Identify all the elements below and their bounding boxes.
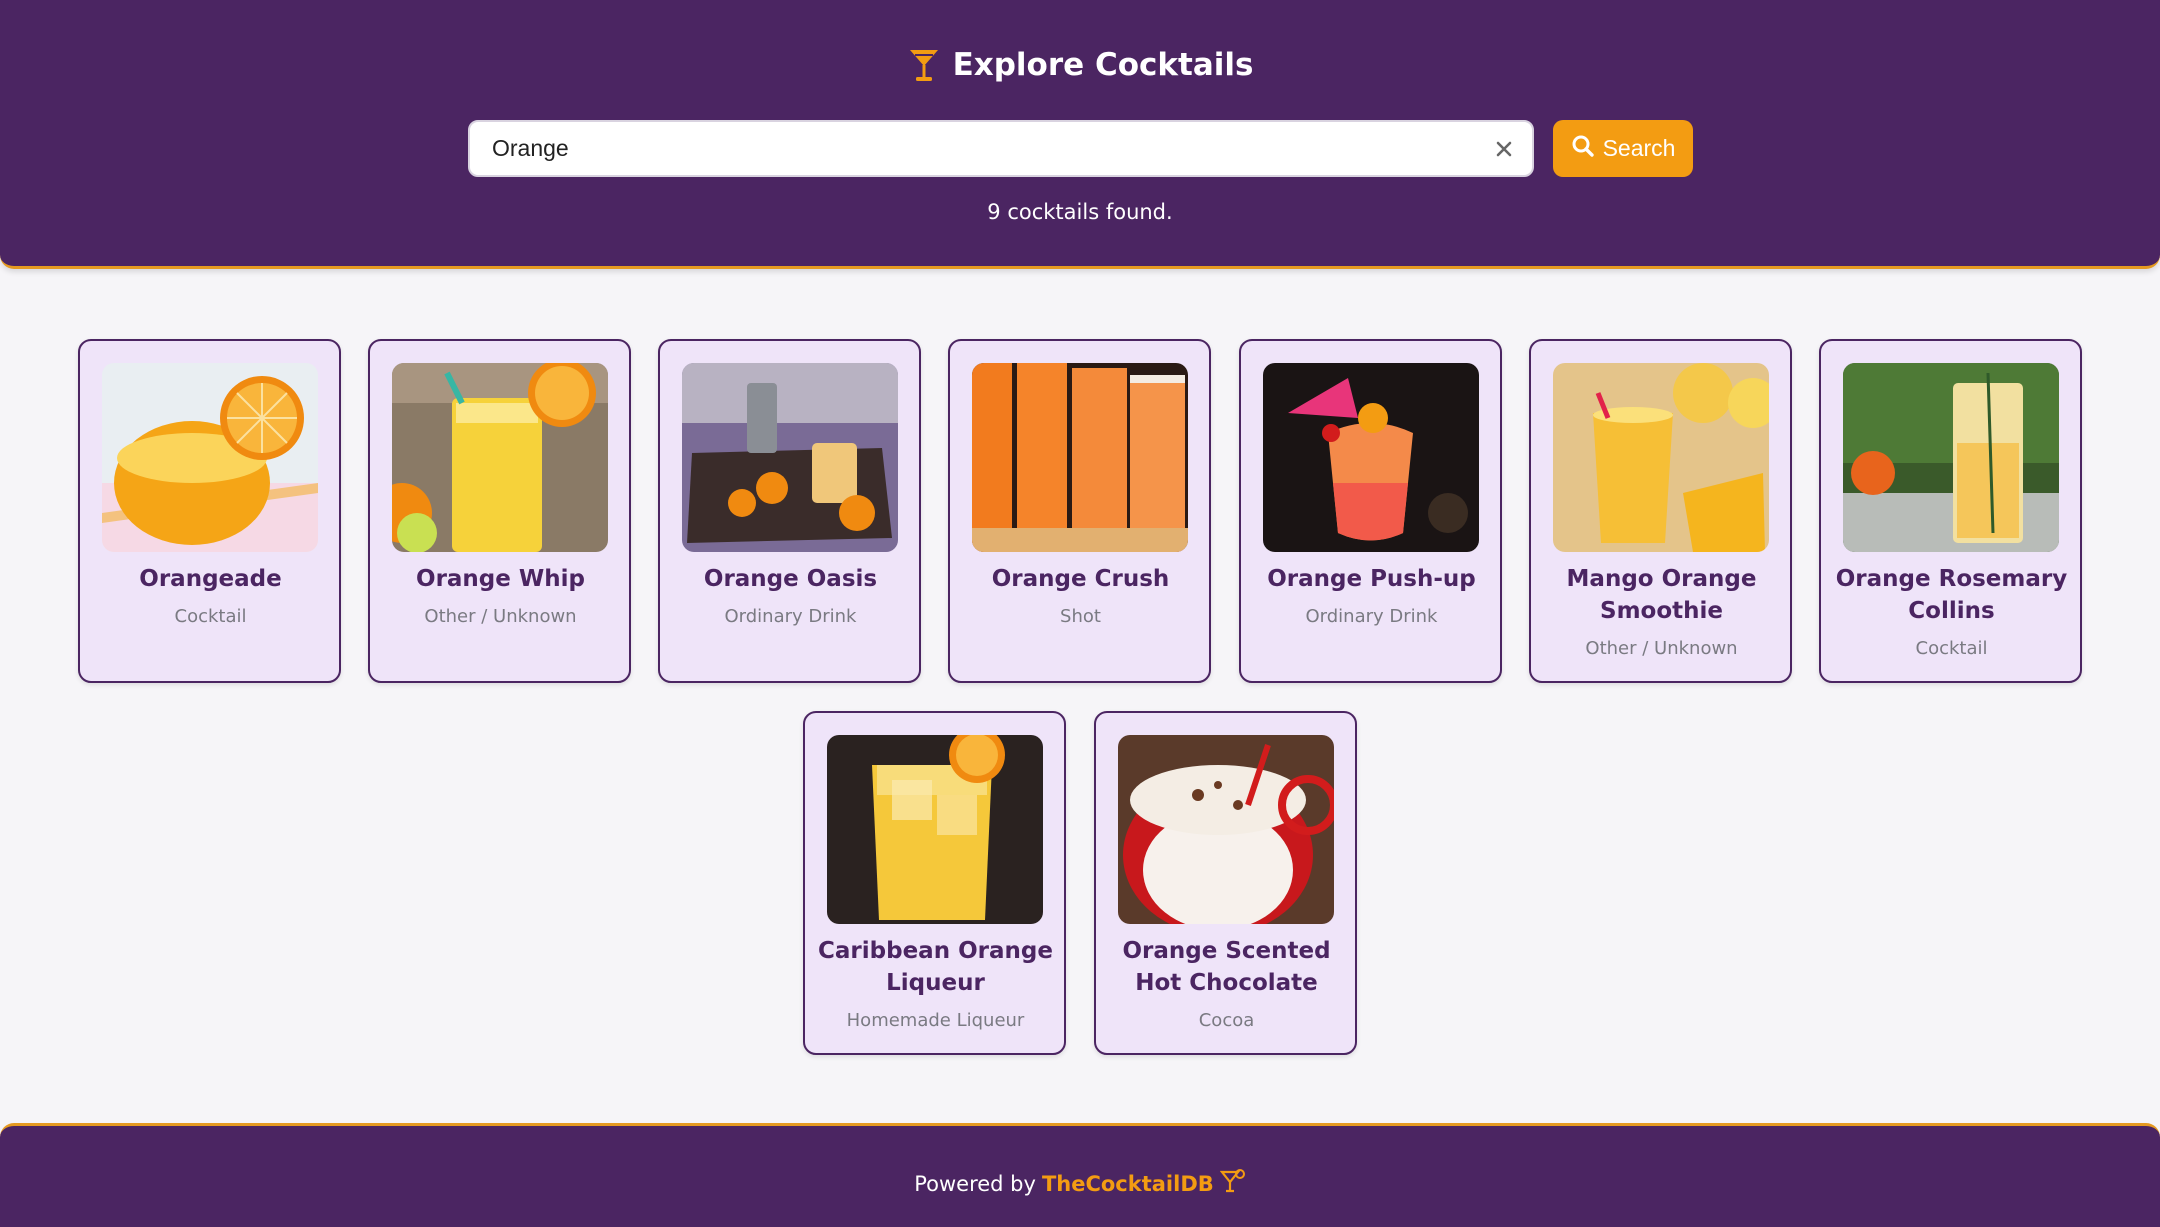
cocktail-image	[1263, 363, 1479, 552]
cocktail-category: Other / Unknown	[1585, 638, 1738, 659]
cocktail-category: Cocoa	[1198, 1010, 1255, 1031]
cocktail-name: Orange Scented Hot Chocolate	[1122, 938, 1331, 996]
cocktail-category: Shot	[1060, 606, 1101, 627]
cocktail-category: Ordinary Drink	[1305, 606, 1438, 627]
footer: Powered by TheCocktailDB	[0, 1123, 2160, 1227]
cocktail-image	[1843, 363, 2059, 552]
cocktail-name: Orange Rosemary Collins	[1835, 566, 2068, 624]
cocktail-image	[1118, 735, 1334, 924]
cocktail-name: Orange Crush	[991, 566, 1170, 592]
cocktail-image	[682, 363, 898, 552]
cocktail-card[interactable]: Orange Rosemary Collins Cocktail	[1819, 339, 2082, 683]
cocktail-category: Cocktail	[1915, 638, 1988, 659]
cocktail-category: Homemade Liqueur	[846, 1010, 1025, 1031]
cocktail-category: Ordinary Drink	[724, 606, 857, 627]
cocktail-image	[972, 363, 1188, 552]
cocktail-name: Orange Push-up	[1267, 566, 1476, 592]
cocktail-image	[827, 735, 1043, 924]
cocktail-name: Orange Oasis	[703, 566, 878, 592]
cocktail-card[interactable]: Orangeade Cocktail	[78, 339, 341, 683]
cocktail-category: Cocktail	[174, 606, 247, 627]
cocktail-card[interactable]: Orange Oasis Ordinary Drink	[658, 339, 921, 683]
cocktail-card[interactable]: Orange Push-up Ordinary Drink	[1239, 339, 1502, 683]
cocktail-card[interactable]: Caribbean Orange Liqueur Homemade Liqueu…	[803, 711, 1066, 1055]
cocktail-card[interactable]: Mango Orange Smoothie Other / Unknown	[1529, 339, 1792, 683]
footer-credit: Powered by TheCocktailDB	[0, 1168, 2160, 1199]
cocktail-name: Mango Orange Smoothie	[1566, 566, 1757, 624]
cocktail-name: Orangeade	[139, 566, 282, 592]
cocktail-glass-icon	[1219, 1168, 1246, 1199]
cocktail-card[interactable]: Orange Scented Hot Chocolate Cocoa	[1094, 711, 1357, 1055]
cocktail-name: Caribbean Orange Liqueur	[818, 938, 1053, 996]
footer-prefix: Powered by	[914, 1171, 1036, 1196]
cocktail-card[interactable]: Orange Crush Shot	[948, 339, 1211, 683]
cocktail-category: Other / Unknown	[424, 606, 577, 627]
cocktail-card[interactable]: Orange Whip Other / Unknown	[368, 339, 631, 683]
cocktail-grid: Orangeade Cocktail Orange Whip Other / U…	[0, 0, 2160, 1227]
cocktail-image	[392, 363, 608, 552]
cocktail-name: Orange Whip	[416, 566, 585, 592]
cocktail-image	[1553, 363, 1769, 552]
thecocktaildb-link[interactable]: TheCocktailDB	[1042, 1172, 1214, 1196]
cocktail-image	[102, 363, 318, 552]
